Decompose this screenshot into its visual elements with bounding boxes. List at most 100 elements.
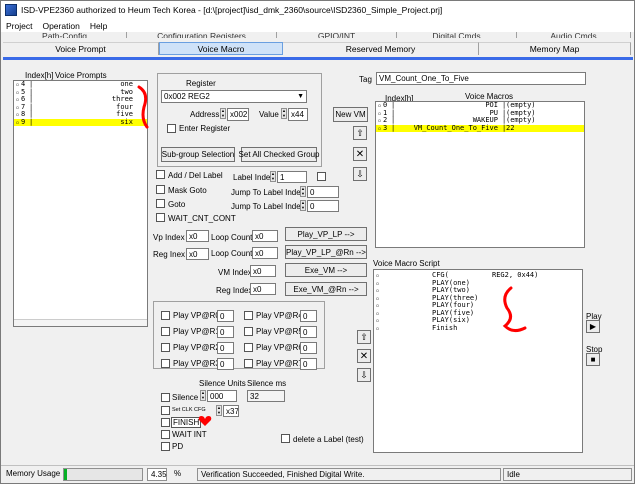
play-reg-checkbox[interactable] <box>161 343 170 352</box>
voice-macro-script-list[interactable]: ▫ CFG(REG2, 0x44) ▫ PLAY(one) ▫ PLAY(two) ▫ PLA… <box>373 269 583 453</box>
play-reg-field[interactable]: 0 <box>300 310 317 322</box>
reg-index2-field[interactable]: x0 <box>250 283 276 295</box>
play-reg-field[interactable]: 0 <box>300 342 317 354</box>
tab-memory-map[interactable]: Memory Map <box>479 42 631 55</box>
finish-checkbox[interactable] <box>161 418 170 427</box>
script-delete-button[interactable]: ✕ <box>357 349 371 363</box>
goto-checkbox[interactable] <box>156 199 165 208</box>
play-reg-field[interactable]: 0 <box>300 358 317 370</box>
play-reg-checkbox[interactable] <box>161 311 170 320</box>
script-line[interactable]: ▫ CFG(REG2, 0x44) <box>374 271 582 280</box>
menu-help[interactable]: Help <box>85 21 112 31</box>
silence-units-field[interactable]: 000 <box>207 390 237 402</box>
jump-field-1[interactable]: 0 <box>307 186 339 198</box>
vm-index-field[interactable]: x0 <box>250 265 276 277</box>
menu-operation[interactable]: Operation <box>37 21 84 31</box>
wait-int-checkbox[interactable] <box>161 430 170 439</box>
play-reg-checkbox[interactable] <box>244 327 253 336</box>
loop-count-field-2[interactable]: x0 <box>252 247 278 259</box>
reg-inex-field[interactable]: x0 <box>186 248 209 260</box>
loop-count-field-1[interactable]: x0 <box>252 230 278 242</box>
move-up-button[interactable]: ⇧ <box>353 126 367 140</box>
move-down-button[interactable]: ⇩ <box>353 167 367 181</box>
row-sep: | <box>29 117 34 126</box>
tab-configuration-registers[interactable]: Configuration Registers <box>127 32 277 38</box>
address-spinner[interactable]: ▲ ▼ <box>220 108 226 119</box>
play-reg-field[interactable]: 0 <box>217 342 234 354</box>
script-line[interactable]: ▫ PLAY(two) <box>374 286 582 295</box>
voice-macros-list[interactable]: ▫ 0 | POI | (empty) ▫ 1 | PU | (empty) ▫ 2 | WAKEUP | (em… <box>375 101 585 248</box>
chevron-down-icon[interactable]: ▼ <box>297 91 304 102</box>
jump-spinner-2[interactable]: ▲ ▼ <box>300 200 306 211</box>
tag-field[interactable]: VM_Count_One_To_Five <box>376 72 586 85</box>
script-line[interactable]: ▫ PLAY(six) <box>374 316 582 325</box>
value-field[interactable]: x44 <box>288 108 308 121</box>
script-line[interactable]: ▫ Finish <box>374 324 582 333</box>
tab-digital-cmds[interactable]: Digital Cmds <box>397 32 517 38</box>
exe-vm-rn-button[interactable]: Exe_VM_@Rn --> <box>285 282 367 296</box>
tab-voice-macro[interactable]: Voice Macro <box>159 42 283 55</box>
pd-checkbox[interactable] <box>161 442 170 451</box>
script-line[interactable]: ▫ PLAY(three) <box>374 294 582 303</box>
delete-button[interactable]: ✕ <box>353 147 367 161</box>
play-reg-field[interactable]: 0 <box>300 326 317 338</box>
play-reg-field[interactable]: 0 <box>217 358 234 370</box>
address-field[interactable]: x002 <box>227 108 249 121</box>
horizontal-scrollbar[interactable] <box>14 319 147 326</box>
play-reg-field[interactable]: 0 <box>217 326 234 338</box>
enter-register-checkbox[interactable] <box>167 124 176 133</box>
play-vp-lp-rn-button[interactable]: Play_VP_LP_@Rn --> <box>285 245 367 259</box>
set-clk-field[interactable]: x37 <box>223 405 239 417</box>
stop-button[interactable]: ■ <box>586 353 600 366</box>
exe-vm-button[interactable]: Exe_VM --> <box>285 263 367 277</box>
set-clk-spinner[interactable]: ▲ ▼ <box>216 405 222 416</box>
list-item[interactable]: ▫ 3 | VM_Count_One_To_Five | 22 <box>376 124 584 132</box>
play-reg-checkbox[interactable] <box>244 311 253 320</box>
script-line[interactable]: ▫ PLAY(five) <box>374 309 582 318</box>
label-index-checkbox[interactable] <box>317 172 326 181</box>
set-clk-checkbox[interactable] <box>161 406 170 415</box>
register-select[interactable]: 0x002 REG2 ▼ <box>161 90 307 103</box>
memory-percent-unit: % <box>171 468 191 481</box>
script-move-up-button[interactable]: ⇧ <box>357 330 371 344</box>
jump-spinner-1[interactable]: ▲ ▼ <box>300 186 306 197</box>
menu-bar: Project Operation Help <box>1 19 634 32</box>
silence-spinner[interactable]: ▲ ▼ <box>200 390 206 401</box>
wait-cnt-cont-checkbox[interactable] <box>156 213 165 222</box>
play-reg-checkbox[interactable] <box>161 327 170 336</box>
value-spinner[interactable]: ▲ ▼ <box>281 108 287 119</box>
status-message: Verification Succeeded, Finished Digital… <box>197 468 501 481</box>
mask-goto-checkbox[interactable] <box>156 185 165 194</box>
play-reg-checkbox[interactable] <box>161 359 170 368</box>
add-del-label-checkbox[interactable] <box>156 170 165 179</box>
tab-reserved-memory[interactable]: Reserved Memory <box>283 42 479 55</box>
label-index-spinner[interactable]: ▲ ▼ <box>270 171 276 182</box>
subgroup-selection-button[interactable]: Sub-group Selection <box>161 147 235 162</box>
list-item[interactable]: ▫ 9 | six <box>14 117 147 126</box>
tab-voice-prompt[interactable]: Voice Prompt <box>3 42 159 55</box>
play-button[interactable]: ▶ <box>586 320 600 333</box>
script-line[interactable]: ▫ PLAY(four) <box>374 301 582 310</box>
play-reg-checkbox[interactable] <box>244 359 253 368</box>
script-move-down-button[interactable]: ⇩ <box>357 368 371 382</box>
script-line[interactable]: ▫ PLAY(one) <box>374 279 582 288</box>
delete-label-checkbox[interactable] <box>281 434 290 443</box>
window-title: ISD-VPE2360 authorized to Heum Tech Kore… <box>21 5 443 15</box>
vp-index-field[interactable]: x0 <box>186 230 209 242</box>
tab-path-config[interactable]: Path-Config <box>3 32 127 38</box>
tab-audio-cmds[interactable]: Audio Cmds <box>517 32 631 38</box>
set-all-checked-button[interactable]: Set All Checked Group <box>239 147 319 162</box>
play-reg-field[interactable]: 0 <box>217 310 234 322</box>
script-title: Voice Macro Script <box>373 259 440 268</box>
play-vp-lp-button[interactable]: Play_VP_LP --> <box>285 227 367 241</box>
silence-checkbox[interactable] <box>161 393 170 402</box>
prompts-title-header: Voice Prompts <box>55 71 107 80</box>
menu-project[interactable]: Project <box>1 21 37 31</box>
play-reg-checkbox[interactable] <box>244 343 253 352</box>
label-index-field[interactable]: 1 <box>277 171 307 183</box>
new-vm-button[interactable]: New VM <box>333 107 368 122</box>
list-item[interactable]: ▫ 0 | POI | (empty) <box>376 102 584 110</box>
jump-field-2[interactable]: 0 <box>307 200 339 212</box>
tab-gpio-int[interactable]: GPIO/INT <box>277 32 397 38</box>
voice-prompts-list[interactable]: ▫ 4 | one ▫ 5 | two ▫ 6 | three ▫ 7 | four ▫ 8 | five ▫ 9 | six <box>13 80 148 327</box>
